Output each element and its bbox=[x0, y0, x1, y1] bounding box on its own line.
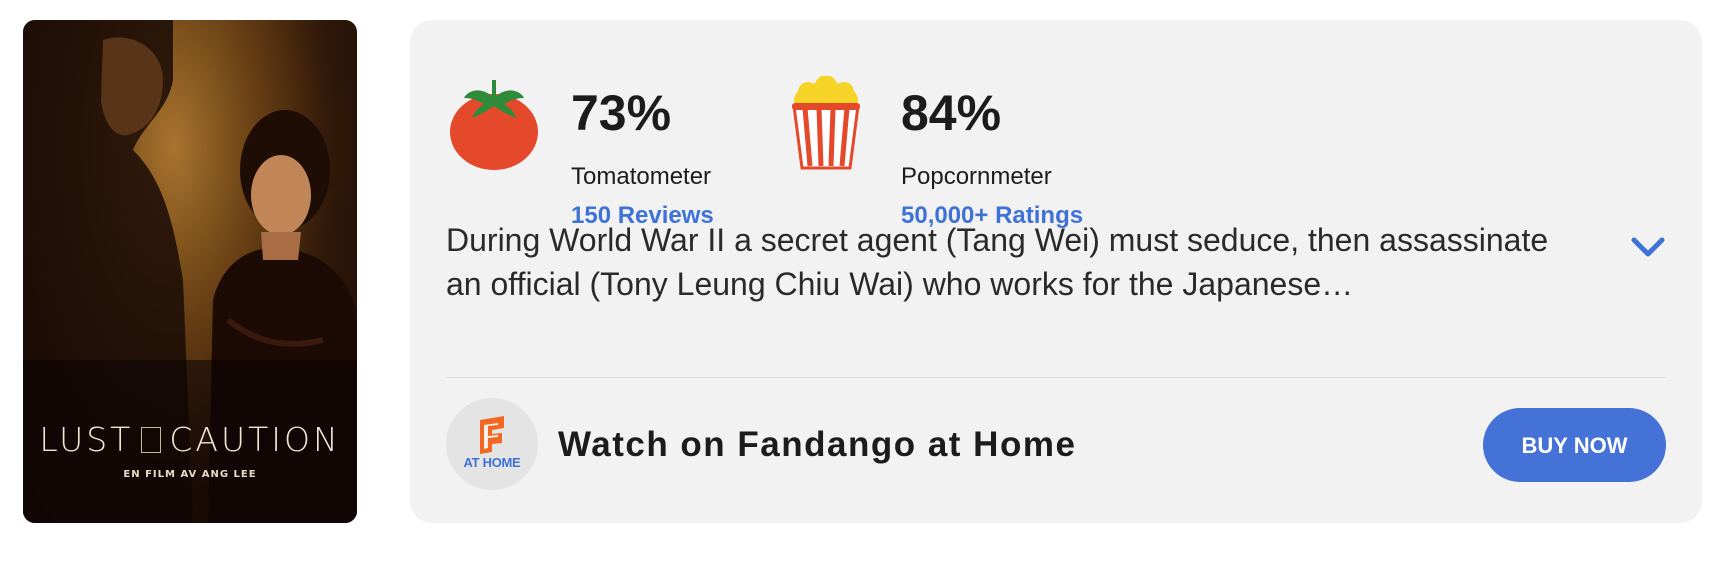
chevron-down-icon bbox=[1631, 237, 1665, 257]
buy-now-button[interactable]: BUY NOW bbox=[1483, 408, 1666, 482]
logo-at-home-text: AT HOME bbox=[463, 455, 521, 470]
fandango-at-home-logo: AT HOME bbox=[446, 398, 538, 490]
poster-title: LUST CAUTION bbox=[39, 420, 341, 459]
movie-synopsis: During World War II a secret agent (Tang… bbox=[446, 222, 1549, 302]
popcornmeter-value: 84% bbox=[901, 85, 1002, 141]
tomatometer-label: Tomatometer bbox=[571, 163, 712, 190]
poster-subtitle: EN FILM AV ANG LEE bbox=[123, 469, 257, 480]
tomato-icon bbox=[448, 76, 540, 177]
media-scorecard: LUST CAUTION EN FILM AV ANG LEE 73% Tomat… bbox=[0, 0, 1736, 572]
movie-poster[interactable]: LUST CAUTION EN FILM AV ANG LEE bbox=[23, 20, 357, 523]
popcornmeter-label: Popcornmeter bbox=[901, 163, 1052, 190]
watch-on-fandango-text: Watch on Fandango at Home bbox=[558, 425, 1077, 464]
score-card: 73% Tomatometer 150 Reviews 84% Popcornm… bbox=[410, 20, 1702, 523]
fandango-icon bbox=[480, 416, 504, 454]
popcorn-icon bbox=[790, 75, 862, 177]
divider bbox=[446, 377, 1666, 378]
tomatometer-value: 73% bbox=[571, 85, 672, 141]
expand-synopsis-button[interactable] bbox=[1628, 228, 1668, 268]
